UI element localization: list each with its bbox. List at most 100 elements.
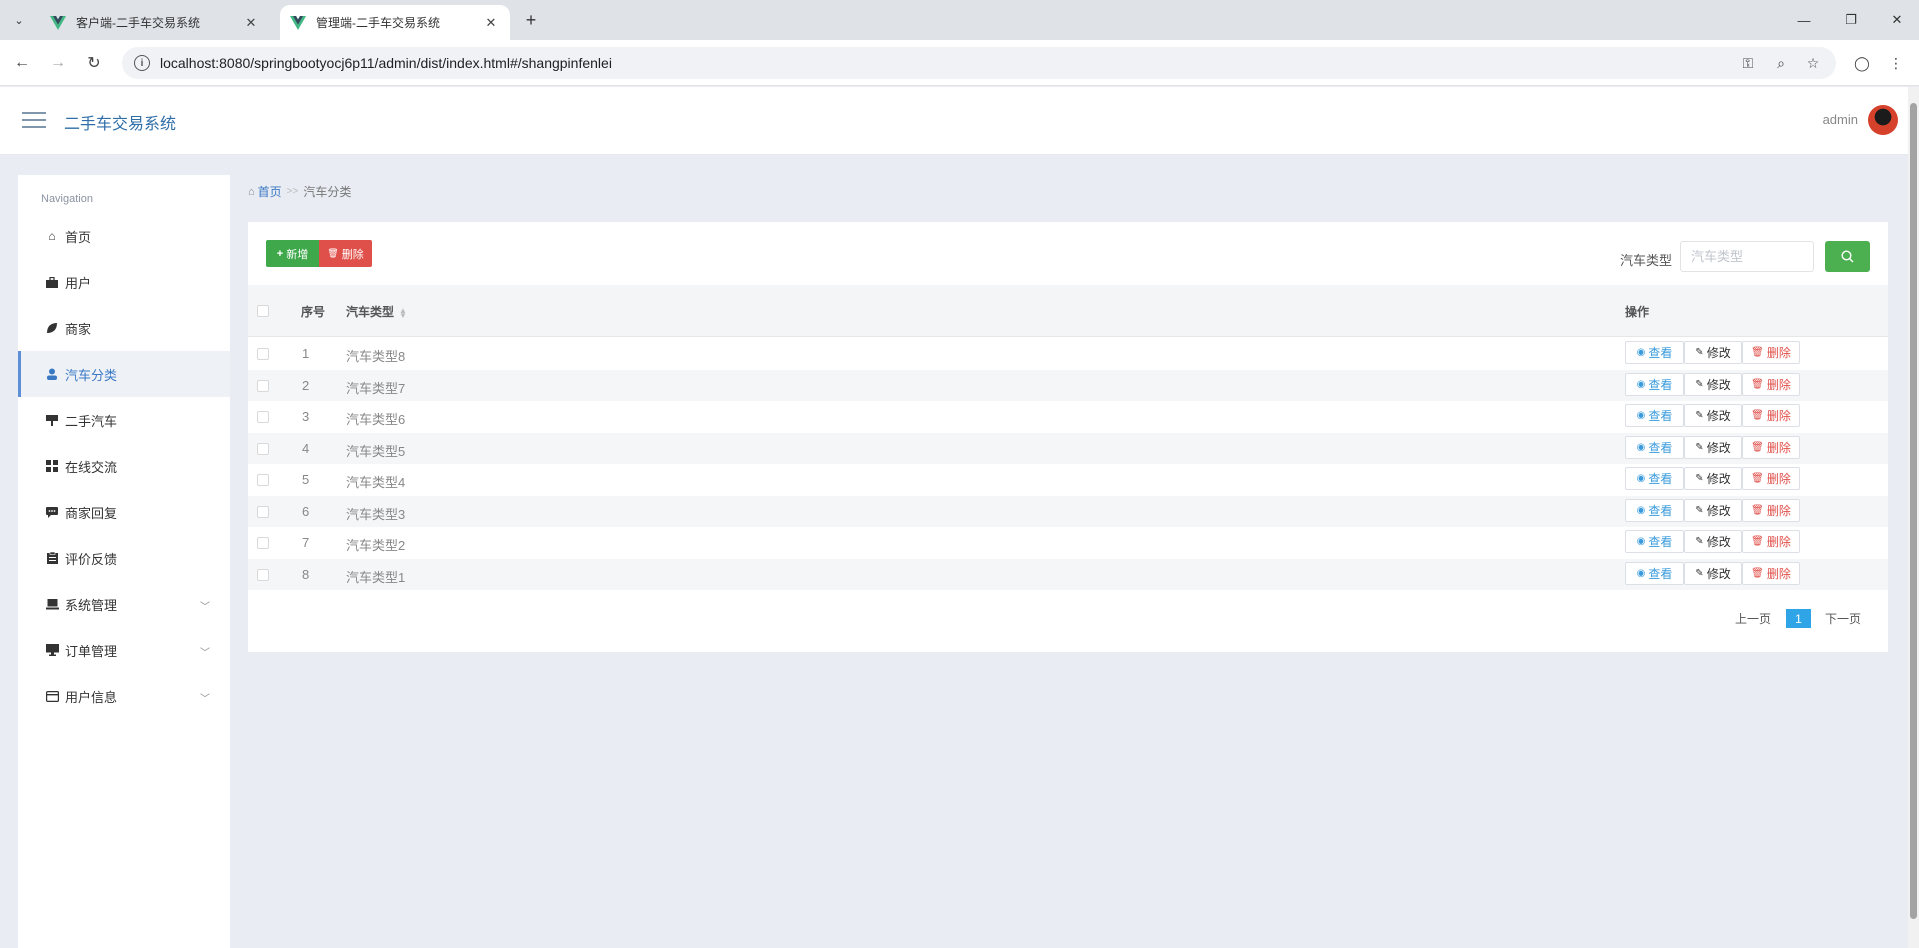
- site-info-icon[interactable]: i: [134, 55, 150, 71]
- row-index: 7: [302, 535, 310, 550]
- next-page-button[interactable]: 下一页: [1825, 610, 1861, 627]
- close-icon[interactable]: ✕: [242, 14, 260, 32]
- forward-button[interactable]: →: [46, 51, 70, 75]
- bookmark-star-icon[interactable]: ☆: [1803, 53, 1823, 73]
- breadcrumb-separator: >>: [286, 186, 299, 197]
- delete-button[interactable]: 🗑 删除: [1742, 498, 1800, 522]
- delete-button[interactable]: 🗑 删除: [1742, 341, 1800, 364]
- row-type: 汽车类型2: [346, 538, 406, 553]
- back-button[interactable]: ←: [10, 51, 34, 75]
- search-label: 汽车类型: [1620, 253, 1673, 268]
- delete-button[interactable]: 🗑 删除: [1742, 467, 1800, 490]
- sidebar-item-used-cars[interactable]: 二手汽车: [18, 397, 230, 443]
- eye-icon: ◉: [1636, 347, 1646, 358]
- browser-tab-admin[interactable]: 管理端-二手车交易系统 ✕: [280, 5, 510, 40]
- tab-search-button[interactable]: ⌄: [8, 9, 30, 31]
- row-checkbox[interactable]: [257, 568, 269, 581]
- edit-button[interactable]: ✎ 修改: [1684, 435, 1742, 459]
- row-checkbox[interactable]: [257, 411, 269, 423]
- view-button[interactable]: ◉ 查看: [1625, 435, 1684, 459]
- sidebar-item-car-category[interactable]: 汽车分类: [18, 351, 230, 397]
- address-bar[interactable]: i localhost:8080/springbootyocj6p11/admi…: [122, 47, 1836, 79]
- reload-icon: ↻: [87, 55, 101, 72]
- delete-button[interactable]: 🗑 删除: [1742, 530, 1800, 553]
- view-button[interactable]: ◉ 查看: [1625, 561, 1684, 585]
- row-type: 汽车类型6: [346, 412, 406, 427]
- sidebar-item-system-management[interactable]: 系统管理 ﹀: [18, 581, 230, 627]
- sidebar-item-user-info[interactable]: 用户信息 ﹀: [18, 673, 230, 719]
- edit-button[interactable]: ✎ 修改: [1684, 404, 1742, 427]
- user-name[interactable]: admin: [1823, 112, 1858, 127]
- view-button[interactable]: ◉ 查看: [1625, 404, 1684, 427]
- row-checkbox[interactable]: [257, 537, 269, 549]
- edit-button-label: 修改: [1706, 440, 1731, 455]
- more-menu-icon[interactable]: ⋮: [1886, 53, 1906, 73]
- prev-page-button[interactable]: 上一页: [1735, 610, 1771, 627]
- row-checkbox[interactable]: [257, 379, 269, 392]
- page-scrollbar[interactable]: [1908, 87, 1919, 948]
- column-header-type[interactable]: 汽车类型 ▲ ▼: [346, 303, 407, 320]
- edit-button[interactable]: ✎ 修改: [1684, 498, 1742, 522]
- edit-button[interactable]: ✎ 修改: [1684, 530, 1742, 553]
- sidebar-item-label: 汽车分类: [65, 367, 118, 383]
- menu-toggle-icon[interactable]: [22, 112, 46, 130]
- delete-button[interactable]: 🗑 删除: [1742, 372, 1800, 396]
- row-index: 6: [302, 503, 310, 519]
- chevron-down-icon: ﹀: [200, 648, 210, 659]
- scrollbar-thumb[interactable]: [1910, 103, 1917, 919]
- sidebar-item-order-management[interactable]: 订单管理 ﹀: [18, 627, 230, 673]
- close-icon[interactable]: ✕: [482, 14, 500, 32]
- grid-icon: [45, 459, 59, 473]
- search-button[interactable]: [1825, 241, 1870, 272]
- row-checkbox[interactable]: [257, 505, 269, 518]
- breadcrumb-current: 汽车分类: [303, 185, 352, 199]
- search-input[interactable]: [1680, 241, 1814, 272]
- edit-button[interactable]: ✎ 修改: [1684, 341, 1742, 364]
- delete-button[interactable]: 🗑 删除: [1742, 404, 1800, 427]
- view-button-label: 查看: [1648, 535, 1673, 549]
- edit-button[interactable]: ✎ 修改: [1684, 467, 1742, 490]
- select-all-checkbox[interactable]: [257, 305, 269, 317]
- browser-tab-client[interactable]: 客户端-二手车交易系统 ✕: [40, 5, 270, 40]
- sidebar-item-feedback[interactable]: 评价反馈: [18, 535, 230, 581]
- avatar[interactable]: [1868, 105, 1898, 135]
- table-row: 8 汽车类型1 ◉ 查看 ✎ 修改 🗑 删除: [248, 558, 1888, 590]
- sidebar-item-users[interactable]: 用户: [18, 259, 230, 305]
- sidebar-item-merchants[interactable]: 商家: [18, 305, 230, 351]
- password-key-icon[interactable]: ⚿: [1738, 53, 1758, 73]
- batch-delete-button[interactable]: 🗑 删除: [319, 240, 372, 267]
- reload-button[interactable]: ↻: [82, 51, 106, 75]
- zoom-icon[interactable]: ⌕: [1771, 53, 1791, 73]
- minimize-button[interactable]: —: [1789, 8, 1819, 32]
- row-checkbox[interactable]: [257, 474, 269, 486]
- row-checkbox[interactable]: [257, 348, 269, 360]
- restore-button[interactable]: ❐: [1836, 8, 1866, 32]
- table-row: 6 汽车类型3 ◉ 查看 ✎ 修改 🗑 删除: [248, 495, 1888, 527]
- chevron-down-icon: ﹀: [200, 694, 210, 705]
- column-header-actions: 操作: [1625, 305, 1650, 319]
- current-page-button[interactable]: 1: [1786, 609, 1811, 628]
- new-tab-button[interactable]: +: [520, 9, 542, 31]
- view-button[interactable]: ◉ 查看: [1625, 530, 1684, 553]
- window-close-button[interactable]: ✕: [1882, 8, 1912, 32]
- delete-button[interactable]: 🗑 删除: [1742, 435, 1800, 459]
- sidebar-item-online-chat[interactable]: 在线交流: [18, 443, 230, 489]
- breadcrumb-home-link[interactable]: 首页: [258, 183, 282, 200]
- view-button[interactable]: ◉ 查看: [1625, 372, 1684, 396]
- row-checkbox[interactable]: [257, 442, 269, 455]
- table-row: 2 汽车类型7 ◉ 查看 ✎ 修改 🗑 删除: [248, 369, 1888, 401]
- sidebar-item-merchant-reply[interactable]: 商家回复: [18, 489, 230, 535]
- sidebar-item-home[interactable]: ⌂ 首页: [18, 213, 230, 259]
- profile-icon[interactable]: ◯: [1852, 53, 1872, 73]
- arrow-left-icon: ←: [14, 54, 30, 71]
- sort-icon[interactable]: ▲ ▼: [399, 306, 407, 319]
- view-button-label: 查看: [1648, 346, 1673, 360]
- view-button[interactable]: ◉ 查看: [1625, 498, 1684, 522]
- app-title: 二手车交易系统: [64, 116, 177, 133]
- edit-button[interactable]: ✎ 修改: [1684, 561, 1742, 585]
- view-button[interactable]: ◉ 查看: [1625, 341, 1684, 364]
- view-button[interactable]: ◉ 查看: [1625, 467, 1684, 490]
- add-button[interactable]: + 新增: [266, 240, 319, 267]
- edit-button[interactable]: ✎ 修改: [1684, 372, 1742, 396]
- delete-button[interactable]: 🗑 删除: [1742, 561, 1800, 585]
